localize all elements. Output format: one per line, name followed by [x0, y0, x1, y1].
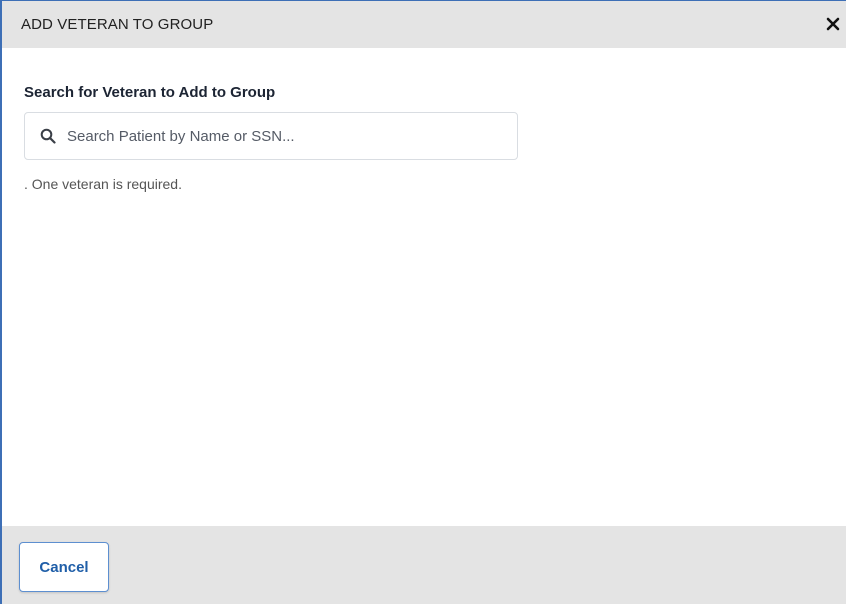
cancel-button[interactable]: Cancel — [19, 542, 109, 592]
validation-message: . One veteran is required. — [24, 176, 182, 192]
dialog-body: Search for Veteran to Add to Group . One… — [2, 48, 846, 526]
close-icon — [826, 17, 840, 31]
dialog-header: ADD VETERAN TO GROUP — [2, 1, 846, 48]
dialog-footer: Cancel — [2, 526, 846, 604]
close-button[interactable] — [826, 12, 846, 36]
search-input[interactable] — [67, 121, 517, 151]
search-label: Search for Veteran to Add to Group — [24, 84, 276, 101]
dialog-title: ADD VETERAN TO GROUP — [21, 16, 214, 33]
add-veteran-dialog: ADD VETERAN TO GROUP Search for Veteran … — [0, 0, 846, 604]
search-field[interactable] — [24, 112, 518, 160]
search-icon — [39, 127, 57, 145]
